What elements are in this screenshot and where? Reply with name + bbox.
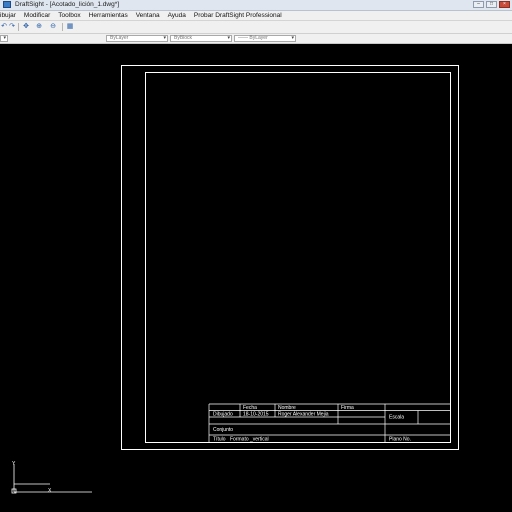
- menu-ayuda[interactable]: Ayuda: [168, 11, 186, 20]
- minimize-button[interactable]: –: [473, 1, 484, 8]
- lineweight-combo[interactable]: —— ByLayer ▾: [234, 35, 296, 42]
- chevron-down-icon: ▾: [3, 35, 6, 41]
- zoom-previous-icon[interactable]: ⊖: [49, 23, 57, 31]
- ucs-y-label: Y: [12, 461, 16, 467]
- chevron-down-icon: ▾: [227, 35, 230, 41]
- title-block-firma-header: Firma: [341, 405, 354, 411]
- ucs-icon: [11, 464, 92, 494]
- menu-modificar[interactable]: Modificar: [24, 11, 50, 20]
- toolbar-separator: [18, 23, 19, 31]
- title-block-dibujado-label: Dibujado: [213, 412, 233, 418]
- title-block-plano-label: Plano No.: [389, 437, 411, 443]
- title-block-dibujado-fecha: 18-10-2015: [243, 412, 269, 418]
- undo-icon[interactable]: ↶: [0, 23, 8, 31]
- redo-icon[interactable]: ↷: [8, 23, 16, 31]
- chevron-down-icon: ▾: [163, 35, 166, 41]
- linestyle-combo[interactable]: ByBlock ▾: [170, 35, 232, 42]
- sheet-border: [121, 65, 459, 450]
- window-title: DraftSight - [Acotado_lición_1.dwg*]: [15, 1, 120, 8]
- color-combo[interactable]: ByLayer ▾: [106, 35, 168, 42]
- layer-combo[interactable]: ▾: [0, 35, 8, 42]
- menu-dibujar[interactable]: ibujar: [0, 11, 16, 20]
- standard-toolbar: ↶ ↷ ✥ ⊕ ⊖ ▦: [0, 21, 512, 34]
- close-button[interactable]: ×: [499, 1, 510, 8]
- properties-icon[interactable]: ▦: [66, 23, 74, 31]
- title-block-dibujado-nombre: Roger Alexander Mejia: [278, 412, 329, 418]
- menu-ventana[interactable]: Ventana: [136, 11, 160, 20]
- drawing-frame: [145, 72, 451, 443]
- menu-toolbox[interactable]: Toolbox: [58, 11, 80, 20]
- zoom-window-icon[interactable]: ⊕: [35, 23, 43, 31]
- properties-toolbar: ▾ ByLayer ▾ ByBlock ▾ —— ByLayer ▾: [0, 34, 512, 44]
- title-block-conjunto-label: Conjunto: [213, 427, 233, 433]
- chevron-down-icon: ▾: [291, 35, 294, 41]
- drawing-canvas[interactable]: Fecha Nombre Firma Dibujado 18-10-2015 R…: [0, 44, 512, 512]
- drawing-svg: Fecha Nombre Firma Dibujado 18-10-2015 R…: [11, 65, 459, 494]
- title-bar: DraftSight - [Acotado_lición_1.dwg*] – □…: [0, 0, 512, 11]
- toolbar-separator: [62, 23, 63, 31]
- title-block-escala-label: Escala: [389, 415, 404, 421]
- color-value: ByLayer: [110, 35, 129, 41]
- menu-herramientas[interactable]: Herramientas: [89, 11, 128, 20]
- lineweight-value: —— ByLayer: [238, 35, 268, 41]
- title-block-titulo-label: Título: [213, 437, 226, 443]
- maximize-button[interactable]: □: [486, 1, 497, 8]
- window-controls: – □ ×: [473, 1, 510, 8]
- title-block-fecha-header: Fecha: [243, 405, 257, 411]
- title-block-nombre-header: Nombre: [278, 405, 296, 411]
- draftsight-app-icon[interactable]: [3, 1, 11, 8]
- ucs-x-label: X: [48, 488, 52, 494]
- linestyle-value: ByBlock: [174, 35, 193, 41]
- menu-probar-professional[interactable]: Probar DraftSight Professional: [194, 11, 282, 20]
- menu-bar: ibujar Modificar Toolbox Herramientas Ve…: [0, 11, 512, 21]
- pan-icon[interactable]: ✥: [22, 23, 30, 31]
- title-block-titulo-value: Formato _vertical: [230, 437, 269, 443]
